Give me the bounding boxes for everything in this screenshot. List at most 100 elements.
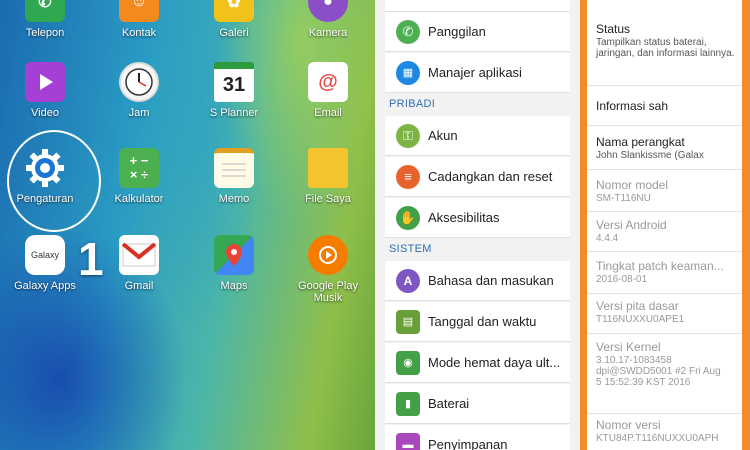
settings-item-tanggal-dan-waktu[interactable]: ▤ Tanggal dan waktu <box>385 302 570 342</box>
apps-grid-icon: ▦ <box>396 60 420 85</box>
settings-item-cadangkan-dan-reset[interactable]: ≡ Cadangkan dan reset <box>385 157 570 197</box>
app-label: File Saya <box>305 193 351 205</box>
app-galaxy-apps[interactable]: Galaxy Galaxy Apps <box>0 235 90 292</box>
step-number: 1 <box>78 233 104 285</box>
app-video[interactable]: Video <box>0 62 90 119</box>
app-maps[interactable]: Maps <box>189 235 279 292</box>
info-subtitle: SM-T116NU <box>596 193 651 204</box>
info-item-tingkat-patch: Tingkat patch keaman... 2016-08-01 <box>587 252 742 294</box>
contacts-icon: ☺ <box>119 0 159 22</box>
hand-icon: ✋ <box>396 205 420 230</box>
settings-item-bahasa-dan-masukan[interactable]: A Bahasa dan masukan <box>385 261 570 301</box>
settings-item-manajer-aplikasi[interactable]: ▦ Manajer aplikasi <box>385 53 570 93</box>
settings-panel: ✆ Panggilan ▦ Manajer aplikasi PRIBADI ⚿… <box>375 0 580 450</box>
info-item-nomor-versi: Nomor versi KTU84P.T116NUXXU0APH <box>587 414 742 450</box>
storage-icon: ▬ <box>396 432 420 450</box>
app-label: Kontak <box>121 27 157 39</box>
settings-item-penyimpanan[interactable]: ▬ Penyimpanan <box>385 425 570 450</box>
key-icon: ⚿ <box>396 123 420 148</box>
settings-item-label: Akun <box>428 128 458 143</box>
info-title: Versi pita dasar <box>596 299 679 313</box>
info-title: Nama perangkat <box>596 135 685 149</box>
app-galeri[interactable]: ✿ Galeri <box>189 0 279 39</box>
info-subtitle: Tampilkan status baterai, jaringan, dan … <box>596 37 735 59</box>
galaxy-apps-icon: Galaxy <box>25 235 65 275</box>
settings-item-label: Manajer aplikasi <box>428 65 522 80</box>
device-info-panel: Status Tampilkan status baterai, jaringa… <box>580 0 750 450</box>
app-email[interactable]: @ Email <box>283 62 373 119</box>
app-label: Gmail <box>124 280 154 292</box>
app-label: Video <box>31 107 59 119</box>
settings-item-label: Panggilan <box>428 24 486 39</box>
battery-icon: ▮ <box>396 391 420 416</box>
info-item-versi-pita-dasar: Versi pita dasar T116NUXXU0APE1 <box>587 294 742 334</box>
maps-icon <box>214 235 254 275</box>
app-label: Kalkulator <box>114 193 164 205</box>
settings-item-panggilan[interactable]: ✆ Panggilan <box>385 12 570 52</box>
settings-item-label: Aksesibilitas <box>428 210 500 225</box>
app-label: Google Play Musik <box>298 280 358 304</box>
settings-item-mode-hemat-daya[interactable]: ◉ Mode hemat daya ult... <box>385 343 570 383</box>
app-gmail[interactable]: Gmail <box>94 235 184 292</box>
settings-top-edge <box>385 0 570 12</box>
settings-item-baterai[interactable]: ▮ Baterai <box>385 384 570 424</box>
section-header-sistem: SISTEM <box>389 243 432 255</box>
info-item-status[interactable]: Status Tampilkan status baterai, jaringa… <box>587 0 742 86</box>
settings-item-label: Tanggal dan waktu <box>428 314 537 329</box>
phone-icon: ✆ <box>25 0 65 22</box>
info-item-versi-kernel: Versi Kernel 3.10.17-1083458 dpi@SWDD500… <box>587 334 742 414</box>
app-label: Kamera <box>308 27 348 39</box>
app-jam[interactable]: Jam <box>94 62 184 119</box>
app-kontak[interactable]: ☺ Kontak <box>94 0 184 39</box>
gallery-icon: ✿ <box>214 0 254 22</box>
play-music-icon <box>308 235 348 275</box>
info-item-nomor-model: Nomor model SM-T116NU <box>587 170 742 212</box>
app-file-saya[interactable]: File Saya <box>283 148 373 205</box>
app-s-planner[interactable]: 31 S Planner <box>189 62 279 119</box>
settings-item-akun[interactable]: ⚿ Akun <box>385 116 570 156</box>
backup-icon: ≡ <box>396 164 420 189</box>
settings-item-label: Mode hemat daya ult... <box>428 355 561 370</box>
gmail-icon <box>119 235 159 275</box>
app-label: Jam <box>128 107 150 119</box>
settings-item-label: Bahasa dan masukan <box>428 273 554 288</box>
calculator-icon: + − × ÷ <box>119 148 159 188</box>
camera-icon: ● <box>308 0 348 22</box>
language-icon: A <box>396 268 420 293</box>
info-subtitle: 4.4.4 <box>596 233 619 244</box>
app-label: Memo <box>218 193 250 205</box>
info-title: Tingkat patch keaman... <box>596 259 724 273</box>
info-subtitle: KTU84P.T116NUXXU0APH <box>596 433 719 444</box>
calendar-day: 31 <box>222 74 246 96</box>
app-google-play-musik[interactable]: Google Play Musik <box>283 235 373 304</box>
app-telepon[interactable]: ✆ Telepon <box>0 0 90 39</box>
app-label: Galaxy Apps <box>14 280 76 292</box>
app-label: Galeri <box>219 27 249 39</box>
info-title: Versi Android <box>596 218 667 232</box>
calendar-icon: 31 <box>214 62 254 102</box>
info-subtitle: John Slankissme (Galax <box>596 150 704 161</box>
section-header-pribadi: PRIBADI <box>389 98 436 110</box>
app-kamera[interactable]: ● Kamera <box>283 0 373 39</box>
settings-item-aksesibilitas[interactable]: ✋ Aksesibilitas <box>385 198 570 238</box>
call-icon: ✆ <box>396 19 420 44</box>
settings-item-label: Baterai <box>428 396 470 411</box>
app-memo[interactable]: Memo <box>189 148 279 205</box>
app-kalkulator[interactable]: + − × ÷ Kalkulator <box>94 148 184 205</box>
info-title: Nomor versi <box>596 418 661 432</box>
info-item-informasi-sah[interactable]: Informasi sah <box>587 86 742 126</box>
info-item-versi-android: Versi Android 4.4.4 <box>587 212 742 252</box>
app-label: Email <box>314 107 342 119</box>
highlight-circle <box>7 130 101 232</box>
video-icon <box>25 62 65 102</box>
app-label: S Planner <box>209 107 259 119</box>
info-subtitle: T116NUXXU0APE1 <box>596 314 685 325</box>
email-icon: @ <box>308 62 348 102</box>
info-title: Informasi sah <box>596 99 669 113</box>
info-item-nama-perangkat[interactable]: Nama perangkat John Slankissme (Galax <box>587 126 742 170</box>
home-screen: ✆ Telepon ☺ Kontak ✿ Galeri ● Kamera Vid… <box>0 0 375 450</box>
date-time-icon: ▤ <box>396 309 420 334</box>
galaxy-apps-icon-text: Galaxy <box>30 250 59 260</box>
settings-item-label: Penyimpanan <box>428 437 508 450</box>
info-title: Status <box>596 22 631 36</box>
